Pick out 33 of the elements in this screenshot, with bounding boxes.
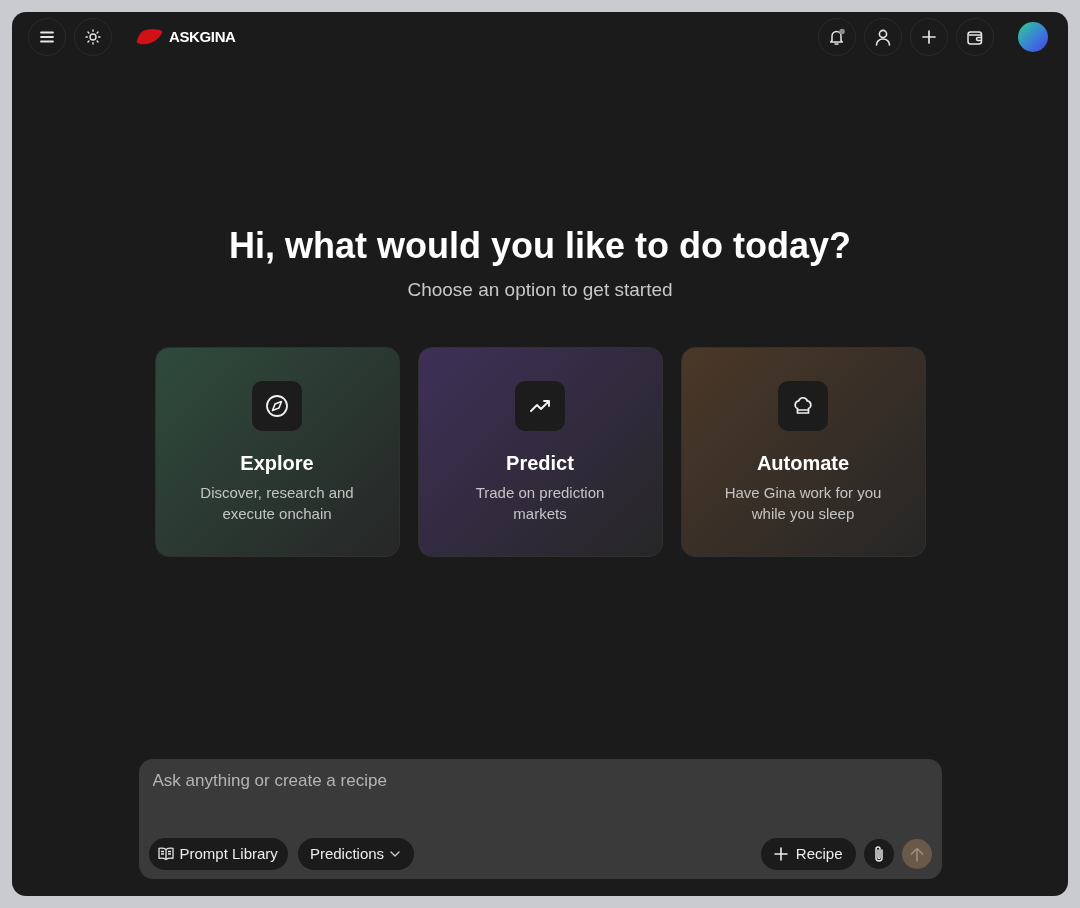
sun-icon (85, 29, 101, 45)
card-title: Automate (756, 451, 850, 476)
greeting-heading: Hi, what would you like to do today? (229, 224, 851, 268)
greeting-subtitle: Choose an option to get started (407, 278, 673, 302)
logo-icon (136, 29, 163, 45)
paperclip-icon (872, 845, 885, 863)
chef-hat-icon (778, 381, 828, 431)
bell-icon (828, 28, 846, 46)
wallet-icon (967, 29, 983, 45)
menu-icon (40, 31, 54, 43)
prompt-library-button[interactable]: Prompt Library (148, 838, 288, 870)
attach-button[interactable] (863, 839, 894, 869)
chevron-down-icon (390, 851, 401, 857)
option-card[interactable]: Automate Have Gina work for you while you sleep (680, 347, 926, 557)
card-description: Trade on prediction markets (474, 483, 606, 524)
trend-up-icon (515, 381, 565, 431)
card-title: Explore (240, 451, 314, 476)
user-icon (875, 28, 891, 46)
option-card[interactable]: Predict Trade on prediction markets (417, 347, 663, 557)
plus-icon (773, 847, 788, 861)
arrow-up-icon (909, 846, 924, 862)
predictions-dropdown[interactable]: Predictions (297, 838, 415, 870)
card-description: Discover, research and execute onchain (199, 483, 355, 524)
option-card[interactable]: Explore Discover, research and execute onchain (154, 347, 400, 557)
recipe-button[interactable]: Recipe (760, 838, 856, 870)
plus-icon (922, 30, 936, 44)
avatar-icon[interactable] (1018, 22, 1048, 52)
brand-name: ASKGINA (169, 26, 236, 47)
compass-icon (252, 381, 302, 431)
card-title: Predict (506, 451, 574, 476)
book-icon (157, 847, 174, 861)
message-input[interactable]: Ask anything or create a recipe (152, 769, 928, 793)
card-description: Have Gina work for you while you sleep (723, 483, 883, 524)
